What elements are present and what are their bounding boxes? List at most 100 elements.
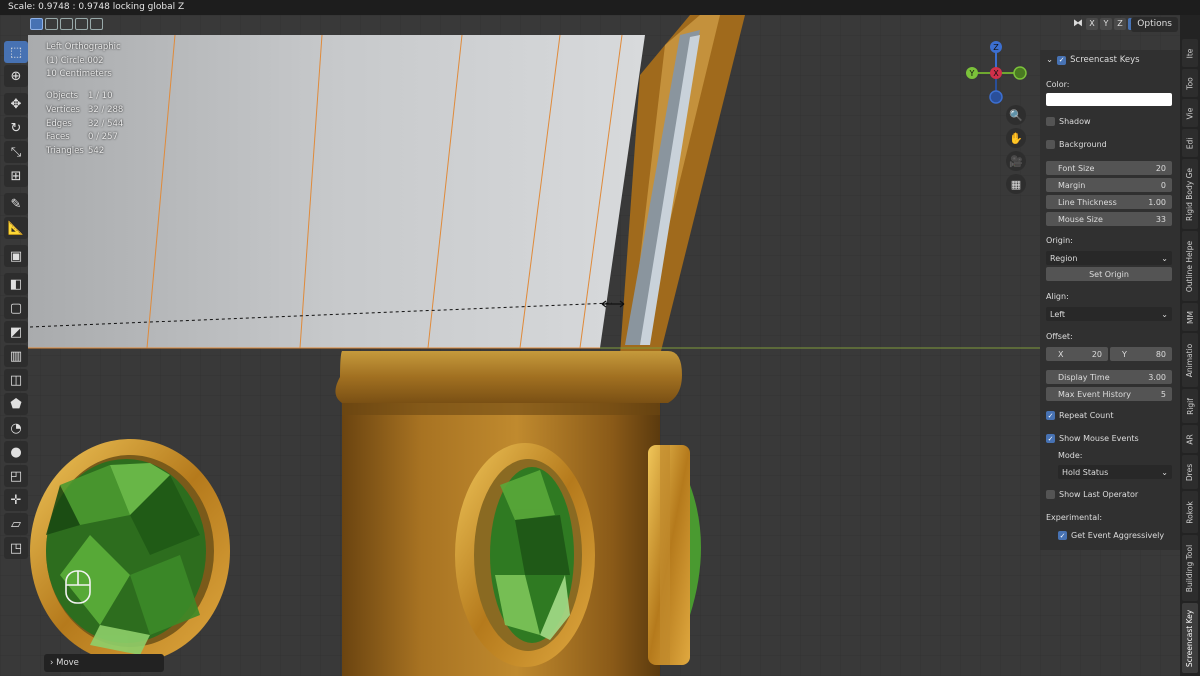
shadow-label: Shadow [1059,117,1091,126]
options-dropdown[interactable]: Options [1131,17,1178,32]
tab-view[interactable]: Vie [1182,99,1198,127]
poly-build-tool-icon[interactable]: ⬟ [4,393,28,415]
select-box-tool-icon[interactable]: ⬚ [4,41,28,63]
color-swatch[interactable] [1046,93,1172,106]
3d-viewport[interactable]: ⧓ X Y Z ⟳ Options ⬚ ⊕ ✥ ↻ ⤡ ⊞ ✎ 📐 ▣ ◧ ▢ … [0,15,1180,676]
display-time-label: Display Time [1058,372,1110,382]
add-cube-tool-icon[interactable]: ▣ [4,245,28,267]
spin-tool-icon[interactable]: ◔ [4,417,28,439]
panel-header[interactable]: ⌄ ✓ Screencast Keys [1040,50,1180,70]
experimental-label: Experimental: [1046,513,1103,522]
cursor-tool-icon[interactable]: ⊕ [4,65,28,87]
scene-statistics: Objects 1 / 10 Vertices 32 / 288 Edges 32 /… [46,90,123,159]
tab-rokok[interactable]: Rokok [1182,491,1198,533]
axis-x-button[interactable]: X [1086,18,1098,30]
show-last-operator-checkbox[interactable] [1046,490,1055,499]
mode-dropdown[interactable]: Hold Status ⌄ [1058,465,1172,479]
scale-tool-icon[interactable]: ⤡ [4,141,28,163]
background-toggle[interactable]: Background [1046,140,1107,149]
font-size-field[interactable]: Font Size 20 [1046,161,1172,175]
tab-mm[interactable]: MM [1182,303,1198,331]
last-operator-label: Move [56,658,79,668]
grid-toggle-icon[interactable]: ▦ [1006,174,1026,194]
smooth-tool-icon[interactable]: ● [4,441,28,463]
margin-field[interactable]: Margin 0 [1046,178,1172,192]
tab-item[interactable]: Ite [1182,39,1198,67]
align-dropdown[interactable]: Left ⌄ [1046,307,1172,321]
rotate-tool-icon[interactable]: ↻ [4,117,28,139]
camera-icon[interactable]: 🎥 [1006,151,1026,171]
select-intersect-icon[interactable] [90,18,103,30]
measure-tool-icon[interactable]: 📐 [4,217,28,239]
enable-checkbox[interactable]: ✓ [1057,55,1067,65]
stat-value: 32 / 288 [88,104,124,115]
offset-y-field[interactable]: Y 80 [1110,347,1172,361]
view-name: Left Orthographic [46,42,121,52]
background-checkbox[interactable] [1046,140,1055,149]
extrude-tool-icon[interactable]: ◧ [4,273,28,295]
chevron-down-icon: ⌄ [1161,253,1168,263]
shadow-checkbox[interactable] [1046,117,1055,126]
axis-y-button[interactable]: Y [1100,18,1112,30]
mouse-size-field[interactable]: Mouse Size 33 [1046,212,1172,226]
gizmo-neg-z-axis[interactable] [989,90,1003,104]
bevel-tool-icon[interactable]: ◩ [4,321,28,343]
selection-mode-group [30,18,103,30]
tab-outline-helper[interactable]: Outline Helpe [1182,231,1198,301]
show-mouse-events-checkbox[interactable]: ✓ [1046,434,1055,443]
max-event-history-field[interactable]: Max Event History 5 [1046,387,1172,401]
select-subtract-icon[interactable] [60,18,73,30]
origin-dropdown[interactable]: Region ⌄ [1046,251,1172,265]
align-value: Left [1050,309,1066,319]
move-tool-icon[interactable]: ✥ [4,93,28,115]
tab-rigify[interactable]: Rigif [1182,389,1198,423]
edge-slide-tool-icon[interactable]: ◰ [4,465,28,487]
chevron-down-icon: ⌄ [1161,467,1168,477]
stat-key: Edges [46,118,72,129]
tab-screencast-keys[interactable]: Screencast Key [1182,603,1198,673]
tab-tool[interactable]: Too [1182,69,1198,97]
tab-ar[interactable]: AR [1182,425,1198,453]
rip-tool-icon[interactable]: ◳ [4,537,28,559]
inset-tool-icon[interactable]: ▢ [4,297,28,319]
select-extend-icon[interactable] [45,18,58,30]
last-operator-panel[interactable]: › Move [44,654,164,672]
gizmo-x-label: X [993,69,999,78]
origin-label: Origin: [1046,236,1073,245]
line-thickness-field[interactable]: Line Thickness 1.00 [1046,195,1172,209]
show-mouse-events-toggle[interactable]: ✓ Show Mouse Events [1046,434,1139,443]
tab-rigid-body[interactable]: Rigid Body Ge [1182,159,1198,229]
tab-animation[interactable]: Animatio [1182,333,1198,387]
offset-x-field[interactable]: X 20 [1046,347,1108,361]
mirror-icon[interactable]: ⧓ [1072,18,1084,30]
repeat-count-toggle[interactable]: ✓ Repeat Count [1046,411,1113,420]
shrink-fatten-tool-icon[interactable]: ✛ [4,489,28,511]
zoom-icon[interactable]: 🔍 [1006,105,1026,125]
annotate-tool-icon[interactable]: ✎ [4,193,28,215]
select-invert-icon[interactable] [75,18,88,30]
select-new-icon[interactable] [30,18,43,30]
shear-tool-icon[interactable]: ▱ [4,513,28,535]
shadow-toggle[interactable]: Shadow [1046,117,1091,126]
tab-edit[interactable]: Edi [1182,129,1198,157]
navigation-gizmo[interactable]: Z Y X [960,37,1032,109]
knife-tool-icon[interactable]: ◫ [4,369,28,391]
transform-tool-icon[interactable]: ⊞ [4,165,28,187]
mode-value: Hold Status [1062,467,1109,477]
repeat-count-checkbox[interactable]: ✓ [1046,411,1055,420]
gizmo-neg-y-axis[interactable] [1013,66,1027,80]
tab-building-tool[interactable]: Building Tool [1182,535,1198,601]
collapse-chevron-icon[interactable]: ⌄ [1046,55,1053,65]
axis-z-button[interactable]: Z [1114,18,1126,30]
pan-hand-icon[interactable]: ✋ [1006,128,1026,148]
get-event-aggressively-toggle[interactable]: ✓ Get Event Aggressively [1058,531,1164,540]
stat-key: Triangles [46,145,84,156]
get-event-aggressively-checkbox[interactable]: ✓ [1058,531,1067,540]
loop-cut-tool-icon[interactable]: ▥ [4,345,28,367]
tab-dress[interactable]: Dres [1182,455,1198,489]
color-label: Color: [1046,80,1070,89]
mouse-size-value: 33 [1155,214,1166,224]
set-origin-button[interactable]: Set Origin [1046,267,1172,281]
display-time-field[interactable]: Display Time 3.00 [1046,370,1172,384]
show-last-operator-toggle[interactable]: Show Last Operator [1046,490,1138,499]
